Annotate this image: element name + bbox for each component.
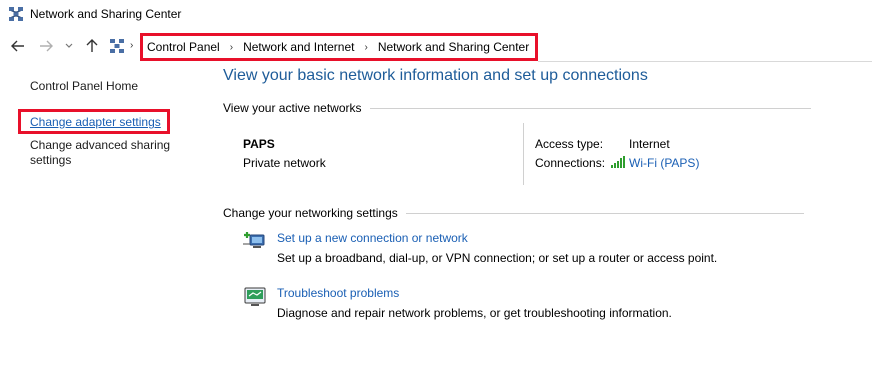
- vertical-divider: [523, 123, 524, 185]
- new-connection-icon: [243, 232, 265, 248]
- troubleshoot-description: Diagnose and repair network problems, or…: [277, 306, 672, 320]
- troubleshoot-icon: [244, 287, 266, 306]
- active-networks-heading: View your active networks: [223, 101, 811, 115]
- network-name: PAPS: [243, 137, 275, 151]
- control-panel-home-link[interactable]: Control Panel Home: [30, 79, 138, 94]
- wifi-connection-link[interactable]: Wi-Fi (PAPS): [629, 156, 699, 170]
- change-advanced-sharing-link[interactable]: Change advanced sharing settings: [30, 138, 190, 168]
- wifi-signal-icon: [611, 156, 625, 168]
- up-button[interactable]: [82, 36, 102, 56]
- setup-connection-description: Set up a broadband, dial-up, or VPN conn…: [277, 251, 718, 265]
- breadcrumb-network-sharing-center[interactable]: Network and Sharing Center: [378, 40, 529, 54]
- arrow-up-icon: [86, 39, 98, 52]
- connections-label: Connections:: [535, 156, 606, 170]
- troubleshoot-link[interactable]: Troubleshoot problems: [277, 286, 399, 300]
- arrow-left-icon: [11, 40, 24, 52]
- back-button[interactable]: [8, 36, 28, 56]
- forward-button[interactable]: [36, 36, 56, 56]
- networking-settings-heading-text: Change your networking settings: [223, 206, 398, 220]
- divider: [369, 107, 811, 109]
- chevron-right-icon[interactable]: ›: [130, 40, 133, 51]
- access-type-label: Access type:: [535, 137, 604, 151]
- active-networks-heading-text: View your active networks: [223, 101, 362, 115]
- chevron-right-icon[interactable]: ›: [364, 42, 367, 53]
- breadcrumb-network-internet[interactable]: Network and Internet: [243, 40, 354, 54]
- access-type-value: Internet: [629, 137, 670, 151]
- recent-locations-button[interactable]: [62, 36, 76, 56]
- network-type: Private network: [243, 156, 326, 170]
- chevron-right-icon[interactable]: ›: [230, 42, 233, 53]
- chevron-down-icon: [65, 43, 73, 48]
- window-title: Network and Sharing Center: [30, 7, 182, 21]
- divider: [405, 212, 804, 214]
- adapter-highlight-box: [18, 109, 170, 134]
- title-bar: Network and Sharing Center: [0, 0, 872, 30]
- setup-connection-link[interactable]: Set up a new connection or network: [277, 231, 468, 245]
- breadcrumb-control-panel[interactable]: Control Panel: [147, 40, 220, 54]
- address-bar[interactable]: Control Panel › Network and Internet › N…: [140, 33, 538, 61]
- address-bar-border: [538, 61, 872, 62]
- address-network-icon: [110, 39, 124, 53]
- page-title: View your basic network information and …: [223, 67, 648, 84]
- arrow-right-icon: [40, 40, 53, 52]
- networking-settings-heading: Change your networking settings: [223, 206, 804, 220]
- network-center-icon: [9, 7, 23, 21]
